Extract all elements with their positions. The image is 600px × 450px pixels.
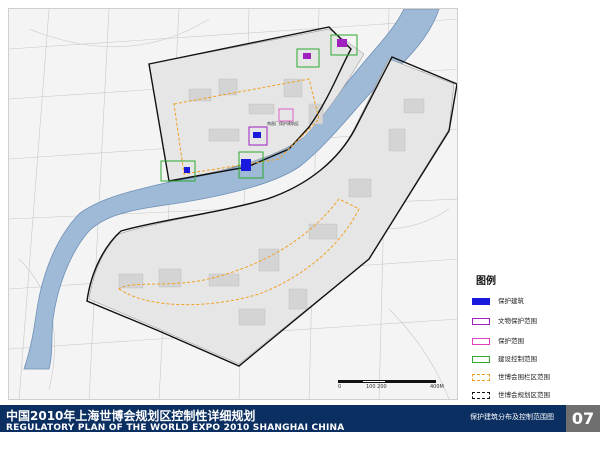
legend-swatch-protected-building	[472, 298, 490, 305]
legend-swatch-construction-control	[472, 356, 490, 363]
legend-swatch-protection-zone	[472, 338, 490, 345]
scale-segment-2	[362, 380, 386, 383]
scale-bar: 0 100 200 400M	[338, 378, 448, 396]
legend-label: 建设控制范围	[498, 355, 537, 363]
legend-label: 世博会围栏区范围	[498, 373, 550, 381]
scale-segment-1	[338, 380, 362, 383]
footer-title-en: REGULATORY PLAN OF THE WORLD EXPO 2010 S…	[6, 423, 345, 433]
legend-item-construction-control: 建设控制范围	[472, 354, 592, 366]
legend-item-protected-building: 保护建筑	[472, 296, 592, 308]
legend-swatch-heritage-protection	[472, 318, 490, 325]
legend-title: 图例	[476, 276, 496, 287]
footer-title-cn: 中国2010年上海世博会规划区控制性详细规划	[6, 409, 256, 423]
scale-label-mid: 100 200	[366, 384, 387, 390]
legend-swatch-expo-planning	[472, 392, 490, 399]
sheet: 南昌厂保护建筑区 0 100 200 400M 图例 保护建筑 文物保护范围 保…	[0, 0, 600, 450]
scale-label-0: 0	[338, 384, 342, 390]
legend-label: 世博会规划区范围	[498, 391, 550, 399]
legend-label: 保护建筑	[498, 297, 524, 305]
legend-item-expo-planning: 世博会规划区范围	[472, 390, 592, 402]
scale-segment-3	[386, 380, 436, 383]
legend-label: 保护范围	[498, 337, 524, 345]
map-svg	[9, 9, 457, 399]
legend-label: 文物保护范围	[498, 317, 537, 325]
legend-item-protection-zone: 保护范围	[472, 336, 592, 348]
page-number: 07	[566, 405, 600, 432]
footer-strip	[0, 432, 600, 450]
legend-item-heritage-protection: 文物保护范围	[472, 316, 592, 328]
legend: 图例 保护建筑 文物保护范围 保护范围 建设控制范围 世博会围栏区范围 世博会规…	[462, 270, 592, 402]
footer-subtitle: 保护建筑分布及控制范围图	[470, 413, 554, 421]
legend-swatch-expo-fence	[472, 374, 490, 381]
legend-item-expo-fence: 世博会围栏区范围	[472, 372, 592, 384]
scale-label-end: 400M	[430, 384, 444, 390]
map-canvas[interactable]: 南昌厂保护建筑区	[8, 8, 458, 400]
site-label: 南昌厂保护建筑区	[267, 121, 299, 126]
